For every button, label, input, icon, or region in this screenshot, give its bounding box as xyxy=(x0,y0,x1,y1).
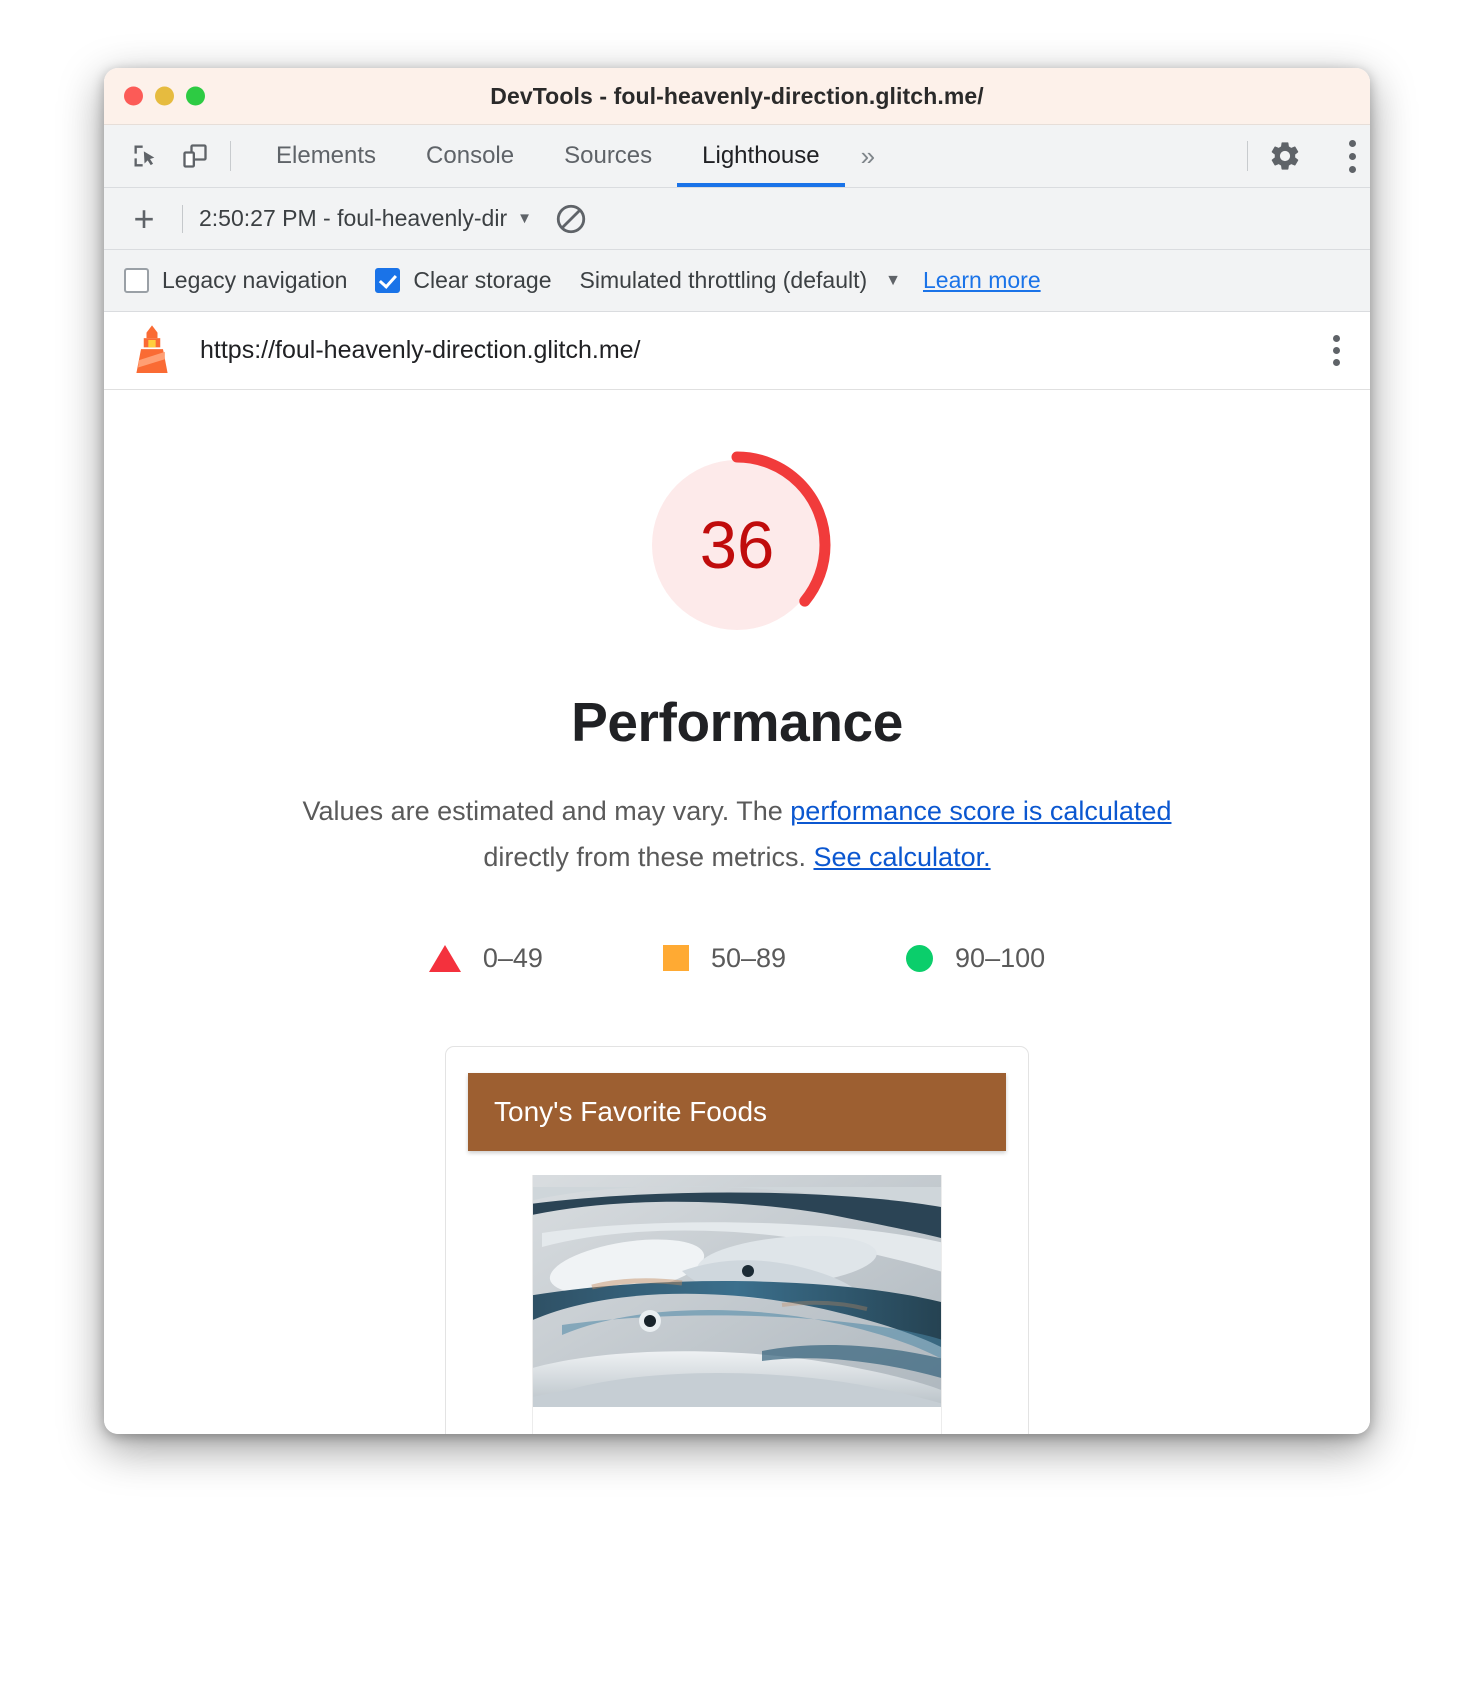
site-banner: Tony's Favorite Foods xyxy=(468,1072,1006,1151)
see-calculator-link[interactable]: See calculator. xyxy=(813,842,990,872)
window-titlebar: DevTools - foul-heavenly-direction.glitc… xyxy=(104,68,1370,125)
legend-range-fail: 0–49 xyxy=(482,942,543,973)
description-middle: directly from these metrics. xyxy=(483,842,814,873)
learn-more-link[interactable]: Learn more xyxy=(923,267,1041,294)
kebab-dot xyxy=(1333,347,1340,354)
more-tabs-icon[interactable]: » xyxy=(845,125,891,187)
devtools-menu-button[interactable] xyxy=(1310,133,1356,179)
kebab-dot xyxy=(1333,335,1340,342)
legend-item-pass: 90–100 xyxy=(906,943,1045,974)
site-card-text: Fesh Salty goodness xyxy=(533,1407,941,1434)
clear-reports-button[interactable] xyxy=(554,202,588,236)
devtools-window: DevTools - foul-heavenly-direction.glitc… xyxy=(104,68,1370,1434)
settings-button[interactable] xyxy=(1262,133,1308,179)
throttling-select[interactable]: Simulated throttling (default) ▼ xyxy=(580,267,902,294)
report-select[interactable]: 2:50:27 PM - foul-heavenly-dir ▼ xyxy=(199,205,532,232)
fish-photo-illustration xyxy=(533,1174,941,1407)
inspect-element-icon xyxy=(134,145,155,167)
toolbar-divider xyxy=(182,204,183,233)
clear-storage-checkbox[interactable]: Clear storage xyxy=(375,267,552,294)
report-select-value: 2:50:27 PM - foul-heavenly-dir xyxy=(199,205,508,231)
chevron-down-icon: ▼ xyxy=(517,210,532,227)
category-description: Values are estimated and may vary. The p… xyxy=(280,788,1195,881)
tab-console[interactable]: Console xyxy=(401,125,539,187)
category-title: Performance xyxy=(571,691,903,753)
fish-photo xyxy=(533,1174,941,1407)
score-gauge-wrapper: 36 xyxy=(104,448,1370,642)
kebab-menu-icon xyxy=(1349,139,1356,173)
legacy-navigation-box xyxy=(124,268,149,293)
lighthouse-settings-row: Legacy navigation Clear storage Simulate… xyxy=(104,250,1370,312)
food-name: Fesh xyxy=(557,1429,917,1434)
report-url-header: https://foul-heavenly-direction.glitch.m… xyxy=(104,312,1370,390)
kebab-dot xyxy=(1333,359,1340,366)
right-divider xyxy=(1247,141,1248,171)
legend-item-average: 50–89 xyxy=(662,942,787,974)
chevron-down-icon: ▼ xyxy=(885,271,901,289)
window-traffic-lights xyxy=(124,86,205,106)
legend-item-fail: 0–49 xyxy=(428,942,543,974)
legacy-navigation-checkbox[interactable]: Legacy navigation xyxy=(124,267,347,294)
description-prefix: Values are estimated and may vary. The xyxy=(302,796,791,826)
site-content: Fesh Salty goodness xyxy=(532,1174,942,1434)
devtools-right-buttons xyxy=(1235,125,1356,187)
devtools-tool-buttons xyxy=(122,125,218,187)
lighthouse-toolbar: + 2:50:27 PM - foul-heavenly-dir ▼ xyxy=(104,188,1370,250)
report-url: https://foul-heavenly-direction.glitch.m… xyxy=(200,336,641,364)
legend-range-pass: 90–100 xyxy=(955,942,1046,973)
performance-score-value: 36 xyxy=(699,507,775,583)
device-toolbar-icon xyxy=(183,144,207,168)
performance-score-calculated-link[interactable]: performance score is calculated xyxy=(790,796,1171,826)
window-title: DevTools - foul-heavenly-direction.glitc… xyxy=(490,82,984,109)
devtools-panel-tabs: Elements Console Sources Lighthouse » xyxy=(251,125,891,187)
minimize-window-button[interactable] xyxy=(155,86,174,106)
maximize-window-button[interactable] xyxy=(186,86,205,106)
tab-lighthouse[interactable]: Lighthouse xyxy=(677,125,846,187)
tab-elements[interactable]: Elements xyxy=(251,125,401,187)
lighthouse-report-body: 36 Performance Values are estimated and … xyxy=(104,390,1370,1434)
clear-all-icon xyxy=(556,204,586,233)
gear-icon xyxy=(1271,142,1299,170)
legacy-navigation-label: Legacy navigation xyxy=(162,267,348,293)
final-screenshot-card: Tony's Favorite Foods xyxy=(445,1045,1029,1434)
tab-sources[interactable]: Sources xyxy=(539,125,677,187)
score-legend: 0–49 50–89 90–100 xyxy=(104,943,1370,974)
legend-range-average: 50–89 xyxy=(710,942,787,973)
performance-score-gauge[interactable]: 36 xyxy=(640,448,834,642)
lighthouse-logo-icon xyxy=(136,324,168,373)
triangle-icon xyxy=(428,944,461,972)
tabbar-divider xyxy=(230,141,231,171)
throttling-label: Simulated throttling (default) xyxy=(579,267,868,293)
close-window-button[interactable] xyxy=(124,86,143,106)
device-toolbar-button[interactable] xyxy=(172,133,218,179)
screenshot-root: DevTools - foul-heavenly-direction.glitc… xyxy=(0,0,1474,1692)
square-icon xyxy=(662,945,689,972)
devtools-tabbar: Elements Console Sources Lighthouse » xyxy=(104,125,1370,188)
new-report-button[interactable]: + xyxy=(122,197,166,241)
clear-storage-box xyxy=(375,268,401,293)
circle-icon xyxy=(906,944,934,972)
inspect-element-button[interactable] xyxy=(122,133,168,179)
clear-storage-label: Clear storage xyxy=(413,267,552,293)
report-menu-button[interactable] xyxy=(1333,335,1340,366)
